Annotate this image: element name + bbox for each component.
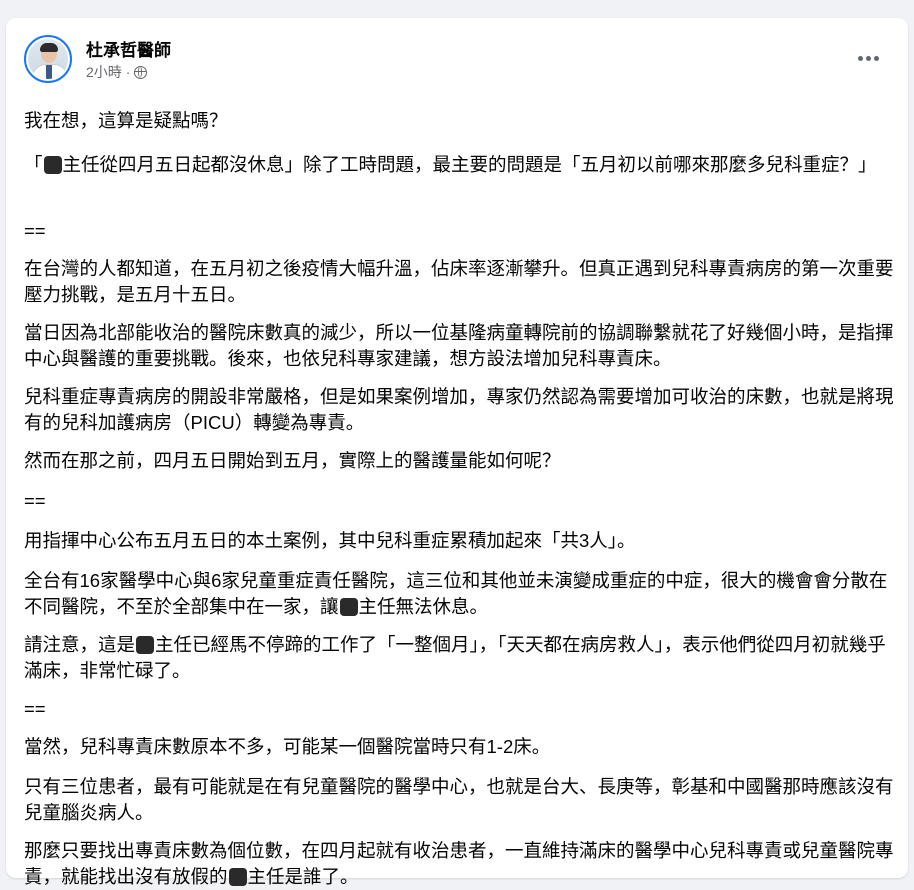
paragraph-text: 請注意，這是 xyxy=(24,634,136,655)
post-paragraph: 全台有16家醫學中心與6家兒童重症責任醫院，這三位和其他並未演變成重症的中症，很… xyxy=(24,568,894,620)
post-paragraph: 當日因為北部能收治的醫院床數真的減少，所以一位基隆病童轉院前的協調聯繫就花了好幾… xyxy=(24,320,894,372)
post-paragraph: 當然，兒科專責床數原本不多，可能某一個醫院當時只有1-2床。 xyxy=(24,734,894,760)
paragraph-text: 「 xyxy=(24,154,43,175)
paragraph-text: == xyxy=(24,220,46,241)
post-card: 杜承哲醫師 2小時 · 我在想，這算是疑點嗎？ 「主任從四月五日起都沒休息」除了工… xyxy=(6,18,908,887)
paragraph-text: 主任從四月五日起都沒休息」除了工時問題，最主要的問題是「五月初以前哪來那麼多兒科… xyxy=(62,154,877,175)
avatar-photo xyxy=(28,39,68,79)
post-paragraph: 在台灣的人都知道，在五月初之後疫情大幅升溫，佔床率逐漸攀升。但真正遇到兒科專責病… xyxy=(24,256,894,308)
author-avatar[interactable] xyxy=(24,35,72,83)
post-paragraph: 請注意，這是 主任已經馬不停蹄的工作了「一整個月」，「天天都在病房救人」，表示他們… xyxy=(24,632,894,684)
post-header: 杜承哲醫師 2小時 · xyxy=(6,18,908,94)
redaction-mark xyxy=(339,598,358,616)
paragraph-text: 用指揮中心公布五月五日的本土案例，其中兒科重症累積加起來「共3人」。 xyxy=(24,530,636,551)
post-paragraph: 然而在那之前，四月五日開始到五月，實際上的醫護量能如何呢？ xyxy=(24,448,894,474)
paragraph-text: 當然，兒科專責床數原本不多，可能某一個醫院當時只有1-2床。 xyxy=(24,736,551,757)
paragraph-text: == xyxy=(24,698,46,719)
redaction-mark xyxy=(228,868,247,886)
redaction-mark xyxy=(136,636,155,654)
post-paragraph: 兒科重症專責病房的開設非常嚴格，但是如果案例增加，專家仍然認為需要增加可收治的床… xyxy=(24,384,894,436)
paragraph-text: 那麼只要找出專責床數為個位數，在四月起就有收治患者，一直維持滿床的醫學中心兒科專… xyxy=(24,840,894,887)
globe-icon[interactable] xyxy=(134,65,148,79)
post-paragraph: 「主任從四月五日起都沒休息」除了工時問題，最主要的問題是「五月初以前哪來那麼多兒… xyxy=(24,152,894,178)
more-options-button[interactable] xyxy=(850,46,886,70)
avatar-tie xyxy=(46,65,52,79)
avatar-hair xyxy=(40,43,58,52)
paragraph-text: 只有三位患者，最有可能就是在有兒童醫院的醫學中心，也就是台大、長庚等，彰基和中國… xyxy=(24,776,894,823)
paragraph-text: 我在想，這算是疑點嗎？ xyxy=(24,110,228,131)
paragraph-text: == xyxy=(24,490,46,511)
post-paragraph: 我在想，這算是疑點嗎？ xyxy=(24,108,894,134)
paragraph-text: 當日因為北部能收治的醫院床數真的減少，所以一位基隆病童轉院前的協調聯繫就花了好幾… xyxy=(24,322,894,369)
redaction-mark xyxy=(43,156,62,174)
paragraph-text: 在台灣的人都知道，在五月初之後疫情大幅升溫，佔床率逐漸攀升。但真正遇到兒科專責病… xyxy=(24,258,894,305)
post-paragraph: == xyxy=(24,218,894,244)
post-paragraph: 只有三位患者，最有可能就是在有兒童醫院的醫學中心，也就是台大、長庚等，彰基和中國… xyxy=(24,774,894,826)
post-paragraph: 那麼只要找出專責床數為個位數，在四月起就有收治患者，一直維持滿床的醫學中心兒科專… xyxy=(24,838,894,890)
more-options-dot xyxy=(857,55,863,61)
author-name[interactable]: 杜承哲醫師 xyxy=(86,36,171,61)
paragraph-text: 主任無法休息。 xyxy=(358,596,489,617)
post-paragraph: == xyxy=(24,696,894,722)
paragraph-text: 兒科重症專責病房的開設非常嚴格，但是如果案例增加，專家仍然認為需要增加可收治的床… xyxy=(24,386,894,433)
post-paragraph: 用指揮中心公布五月五日的本土案例，其中兒科重症累積加起來「共3人」。 xyxy=(24,528,894,554)
more-options-dot xyxy=(873,55,879,61)
paragraph-text: 然而在那之前，四月五日開始到五月，實際上的醫護量能如何呢？ xyxy=(24,450,561,471)
post-time[interactable]: 2小時 xyxy=(86,62,122,82)
post-meta: 2小時 · xyxy=(86,62,148,82)
paragraph-text: 主任是誰了。 xyxy=(247,866,359,887)
more-options-dot xyxy=(865,55,871,61)
post-paragraph: == xyxy=(24,488,894,514)
meta-separator: · xyxy=(125,64,131,80)
